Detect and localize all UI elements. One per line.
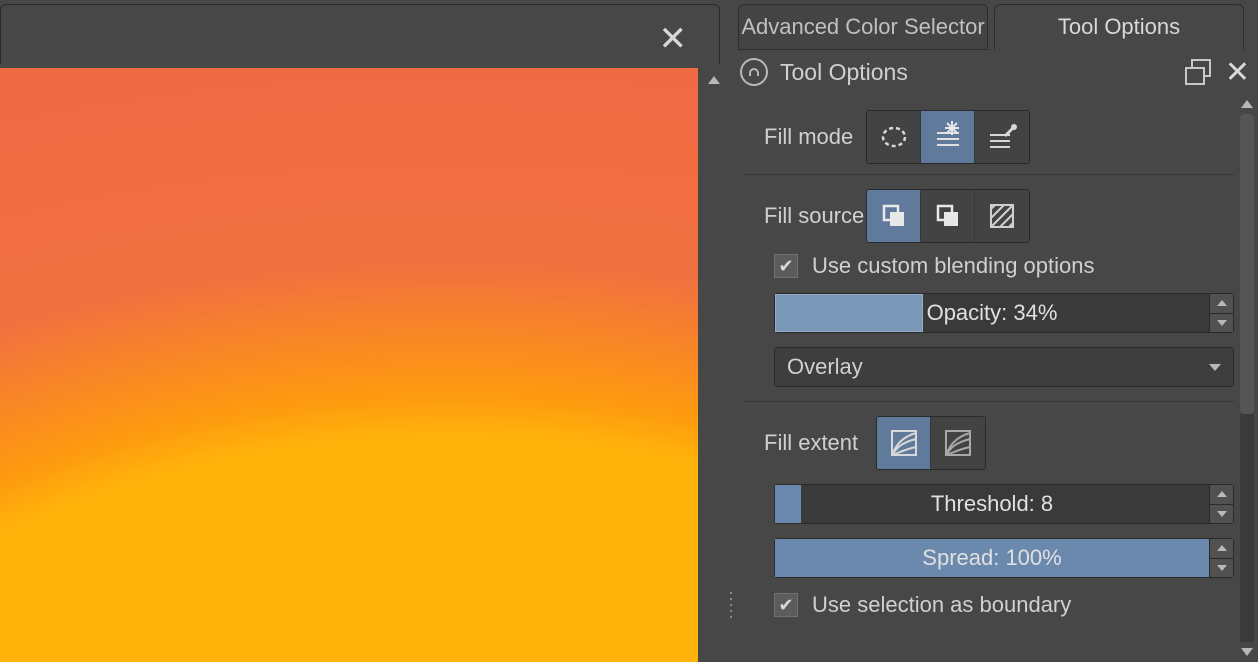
right-docker: Advanced Color Selector Tool Options Too… xyxy=(726,0,1258,662)
fill-mode-all-button[interactable] xyxy=(975,111,1029,163)
use-custom-blending-label: Use custom blending options xyxy=(812,253,1095,279)
docker-resize-grip[interactable] xyxy=(730,590,740,620)
chevron-down-icon xyxy=(1217,320,1227,326)
fill-source-pattern-button[interactable] xyxy=(975,190,1029,242)
spread-decrement-button[interactable] xyxy=(1210,559,1233,578)
region-fill-icon xyxy=(888,427,920,459)
opacity-decrement-button[interactable] xyxy=(1210,314,1233,333)
threshold-spinner xyxy=(1209,485,1233,523)
fill-mode-similar-colors-button[interactable] xyxy=(921,111,975,163)
canvas-area: ✕ xyxy=(0,0,726,662)
threshold-value-label: Threshold: 8 xyxy=(775,485,1209,523)
threshold-slider[interactable]: Threshold: 8 xyxy=(774,484,1234,524)
close-document-button[interactable]: ✕ xyxy=(659,19,688,59)
spread-value-label: Spread: 100% xyxy=(775,539,1209,577)
chevron-down-icon xyxy=(1209,364,1221,371)
fill-source-background-button[interactable] xyxy=(921,190,975,242)
use-selection-boundary-label: Use selection as boundary xyxy=(812,592,1071,618)
panel-header: Tool Options ✕ xyxy=(740,54,1250,90)
spread-spinner xyxy=(1209,539,1233,577)
canvas-viewport[interactable] xyxy=(0,68,698,662)
panel-vertical-scrollbar[interactable] xyxy=(1238,96,1256,660)
use-selection-boundary-checkbox[interactable]: ✔ xyxy=(774,593,798,617)
spread-slider[interactable]: Spread: 100% xyxy=(774,538,1234,578)
opacity-slider[interactable]: Opacity: 34% xyxy=(774,293,1234,333)
background-color-icon xyxy=(932,200,964,232)
scrollbar-arrow-up-icon xyxy=(1241,100,1253,108)
spread-increment-button[interactable] xyxy=(1210,539,1233,559)
opacity-spinner xyxy=(1209,294,1233,332)
blend-mode-dropdown[interactable]: Overlay xyxy=(774,347,1234,387)
blend-mode-value: Overlay xyxy=(787,354,863,380)
tool-options-panel: Fill mode xyxy=(744,100,1234,662)
panel-lock-button[interactable] xyxy=(740,58,768,86)
threshold-increment-button[interactable] xyxy=(1210,485,1233,505)
fill-extent-label: Fill extent xyxy=(744,430,876,456)
foreground-color-icon xyxy=(878,200,910,232)
fill-source-foreground-button[interactable] xyxy=(867,190,921,242)
dashed-ellipse-icon xyxy=(878,121,910,153)
opacity-increment-button[interactable] xyxy=(1210,294,1233,314)
scrollbar-arrow-up-icon xyxy=(708,76,720,84)
lock-open-icon xyxy=(749,68,759,76)
divider xyxy=(744,174,1234,175)
fill-mode-label: Fill mode xyxy=(744,124,866,150)
docker-tabs: Advanced Color Selector Tool Options xyxy=(738,4,1244,50)
pattern-icon xyxy=(986,200,1018,232)
fill-source-group xyxy=(866,189,1030,243)
region-all-icon xyxy=(942,427,974,459)
fill-extent-contiguous-button[interactable] xyxy=(877,417,931,469)
opacity-value-label: Opacity: 34% xyxy=(775,294,1209,332)
canvas-vertical-scrollbar[interactable] xyxy=(705,68,723,662)
chevron-up-icon xyxy=(1217,300,1227,306)
panel-title: Tool Options xyxy=(780,59,1185,86)
panel-close-button[interactable]: ✕ xyxy=(1225,55,1250,90)
fill-mode-group xyxy=(866,110,1030,164)
canvas-document-tab-bar: ✕ xyxy=(0,4,720,64)
fill-extent-all-button[interactable] xyxy=(931,417,985,469)
scrollbar-arrow-down-icon xyxy=(1241,648,1253,656)
threshold-decrement-button[interactable] xyxy=(1210,505,1233,524)
fill-source-label: Fill source xyxy=(744,203,866,229)
fill-extent-group xyxy=(876,416,986,470)
chevron-up-icon xyxy=(1217,545,1227,551)
chevron-down-icon xyxy=(1217,565,1227,571)
tab-tool-options[interactable]: Tool Options xyxy=(994,4,1244,50)
scrollbar-thumb[interactable] xyxy=(1240,114,1254,414)
dropper-layers-icon xyxy=(986,121,1018,153)
magic-fill-icon xyxy=(932,121,964,153)
chevron-down-icon xyxy=(1217,511,1227,517)
fill-mode-selection-button[interactable] xyxy=(867,111,921,163)
use-custom-blending-checkbox[interactable]: ✔ xyxy=(774,254,798,278)
divider xyxy=(744,401,1234,402)
panel-float-button[interactable] xyxy=(1185,59,1211,85)
chevron-up-icon xyxy=(1217,491,1227,497)
tab-advanced-color-selector[interactable]: Advanced Color Selector xyxy=(738,4,988,50)
